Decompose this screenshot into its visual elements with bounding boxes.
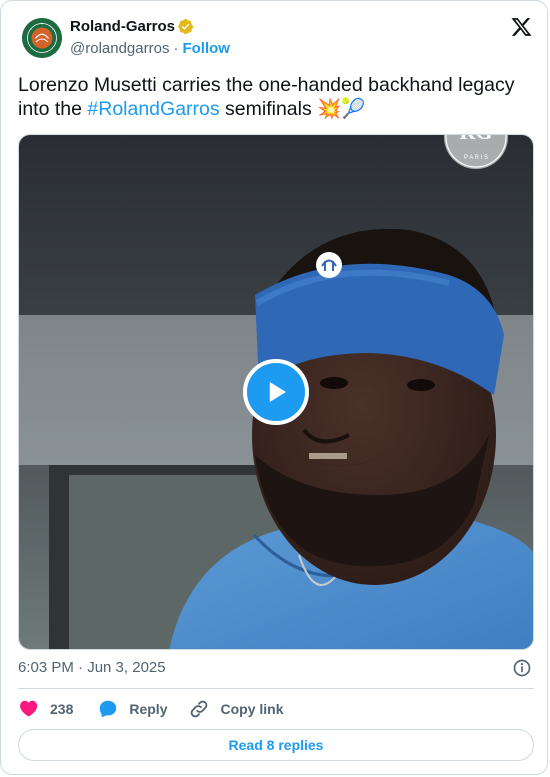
reply-bubble-icon [100, 700, 117, 718]
x-logo-icon[interactable] [510, 16, 533, 38]
tweet-emoji: 💥🎾 [317, 98, 366, 120]
reply-button[interactable]: Reply [97, 698, 167, 720]
author-name[interactable]: Roland-Garros [70, 18, 175, 35]
like-button[interactable]: 238 [18, 698, 97, 720]
play-icon [269, 382, 286, 402]
author-name-row[interactable]: Roland-Garros [70, 18, 194, 35]
author-handle-row: @rolandgarros · Follow [70, 40, 230, 57]
read-replies-button[interactable]: Read 8 replies [18, 729, 534, 761]
heart-icon [20, 700, 38, 717]
info-icon[interactable] [512, 658, 532, 678]
tweet-embed-card: Roland-Garros @rolandgarros · Follow Lor… [0, 0, 548, 775]
author-handle[interactable]: @rolandgarros [70, 40, 169, 57]
tweet-text-end: semifinals [219, 98, 318, 120]
avatar[interactable] [22, 18, 62, 58]
reply-label: Reply [129, 701, 168, 717]
like-count: 238 [50, 701, 74, 717]
svg-text:P A R I S: P A R I S [464, 155, 488, 161]
play-button[interactable] [243, 359, 309, 425]
tweet-text: Lorenzo Musetti carries the one-handed b… [18, 73, 533, 121]
handle-separator: · [173, 40, 179, 57]
hashtag-link[interactable]: #RolandGarros [87, 98, 219, 120]
tweet-timestamp[interactable]: 6:03 PM · Jun 3, 2025 [18, 659, 166, 676]
action-bar: 238 Reply Copy link [18, 697, 284, 721]
roland-garros-logo-icon [22, 18, 62, 58]
link-icon [191, 700, 208, 718]
copy-link-label: Copy link [220, 701, 284, 717]
follow-button[interactable]: Follow [182, 40, 230, 57]
divider [18, 688, 534, 689]
read-replies-label: Read 8 replies [228, 737, 324, 753]
copy-link-button[interactable]: Copy link [188, 698, 284, 720]
verified-badge-icon [178, 19, 194, 34]
svg-text:RG: RG [460, 135, 493, 144]
